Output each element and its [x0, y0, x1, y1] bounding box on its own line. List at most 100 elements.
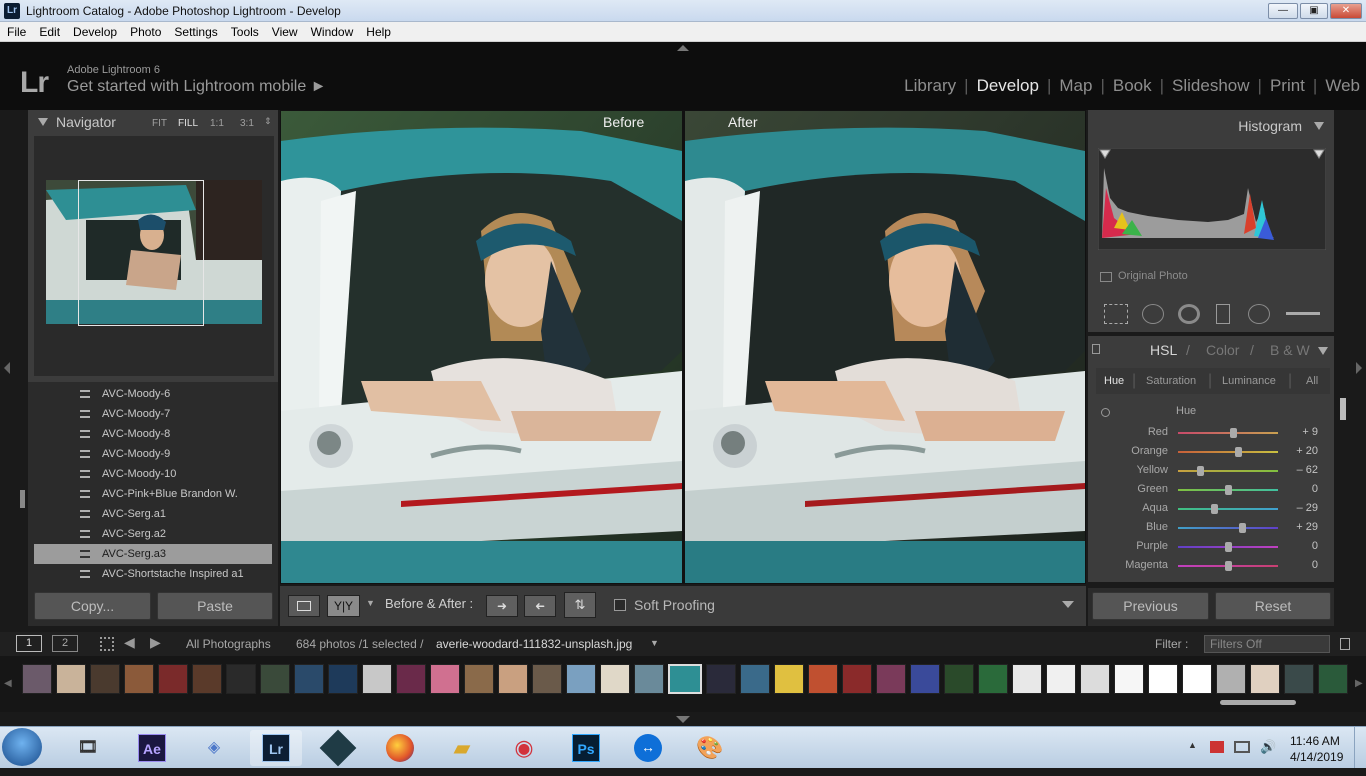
filmstrip-thumbnail[interactable] [910, 664, 940, 694]
hsl-slider-thumb[interactable] [1197, 466, 1204, 476]
filmstrip-thumbnail[interactable] [226, 664, 256, 694]
hsl-slider-yellow[interactable]: Yellow – 62 [1100, 462, 1332, 481]
filmstrip-thumbnail[interactable] [1216, 664, 1246, 694]
window-2-button[interactable]: 2 [52, 635, 78, 652]
paste-button[interactable]: Paste [157, 592, 273, 620]
hsl-slider-orange[interactable]: Orange + 20 [1100, 443, 1332, 462]
preset-item[interactable]: AVC-Moody-6 [60, 384, 272, 404]
loupe-view-button[interactable] [288, 595, 320, 617]
clock-time[interactable]: 11:46 AM [1290, 734, 1340, 748]
hsl-mode-hsl[interactable]: HSL [1150, 342, 1177, 358]
module-print[interactable]: Print [1270, 76, 1305, 95]
before-after-view-button[interactable]: Y|Y [327, 595, 360, 617]
hsl-slider-value[interactable]: – 62 [1278, 464, 1318, 476]
hsl-slider-blue[interactable]: Blue + 29 [1100, 519, 1332, 538]
crop-tool-icon[interactable] [1104, 304, 1128, 324]
lightroom-taskbar-icon[interactable]: Lr [250, 730, 302, 766]
menu-window[interactable]: Window [304, 22, 360, 39]
hsl-slider-thumb[interactable] [1235, 447, 1242, 457]
window-1-button[interactable]: 1 [16, 635, 42, 652]
collapse-bottom-icon[interactable] [676, 716, 690, 723]
filmstrip-left-icon[interactable]: ◀ [4, 678, 12, 689]
triangle-down-icon[interactable] [1318, 347, 1328, 355]
filmstrip-thumbnail[interactable] [978, 664, 1008, 694]
filmstrip-thumbnail[interactable] [1012, 664, 1042, 694]
filmstrip-thumbnail[interactable] [498, 664, 528, 694]
preset-item[interactable]: AVC-Moody-10 [60, 464, 272, 484]
before-image[interactable] [281, 111, 682, 583]
reset-button[interactable]: Reset [1215, 592, 1331, 620]
screen-recorder-icon[interactable]: ◉ [498, 730, 550, 766]
navigator-preview[interactable] [34, 136, 274, 376]
spot-removal-icon[interactable] [1142, 304, 1164, 324]
navigator-viewport-box[interactable] [78, 180, 204, 326]
maximize-button[interactable]: ▣ [1300, 3, 1328, 19]
swap-button[interactable]: ⇅ [564, 592, 596, 618]
filmstrip-scrollbar[interactable] [1220, 700, 1296, 705]
preset-item[interactable]: AVC-Moody-7 [60, 404, 272, 424]
preset-item-selected[interactable]: AVC-Serg.a3 [34, 544, 272, 564]
hsl-slider-value[interactable]: + 29 [1278, 521, 1318, 533]
filmora-icon[interactable] [312, 729, 364, 767]
filmstrip-thumbnail[interactable] [532, 664, 562, 694]
filmstrip-thumbnail[interactable] [260, 664, 290, 694]
tab-luminance[interactable]: Luminance [1222, 375, 1276, 387]
hsl-slider-track[interactable] [1178, 508, 1278, 510]
triangle-down-icon[interactable] [1314, 122, 1324, 130]
hsl-slider-value[interactable]: + 9 [1278, 426, 1318, 438]
filmstrip-thumbnail[interactable] [1046, 664, 1076, 694]
preset-item[interactable]: AVC-Moody-9 [60, 444, 272, 464]
menu-develop[interactable]: Develop [66, 22, 123, 39]
filmstrip-thumbnail[interactable] [634, 664, 664, 694]
module-library[interactable]: Library [904, 76, 956, 95]
right-scrollbar[interactable] [1340, 398, 1346, 420]
zoom-fill[interactable]: FILL [178, 118, 198, 129]
filmstrip-thumbnail[interactable] [944, 664, 974, 694]
original-photo-checkbox[interactable] [1100, 272, 1112, 282]
hsl-slider-purple[interactable]: Purple 0 [1100, 538, 1332, 557]
preset-item[interactable]: AVC-Moody-8 [60, 424, 272, 444]
zoom-3-1[interactable]: 3:1 [240, 118, 254, 129]
targeted-adjustment-icon[interactable] [1101, 408, 1110, 417]
preset-item[interactable]: AVC-Pink+Blue Brandon W. [60, 484, 272, 504]
tab-hue[interactable]: Hue [1104, 375, 1124, 387]
hsl-mode-bw[interactable]: B & W [1270, 342, 1310, 358]
soft-proofing-checkbox[interactable] [614, 599, 626, 611]
left-scrollbar[interactable] [20, 490, 25, 508]
filmstrip-thumbnail[interactable] [600, 664, 630, 694]
filmstrip-thumbnail[interactable] [740, 664, 770, 694]
zoom-1-1[interactable]: 1:1 [210, 118, 224, 129]
after-image[interactable] [685, 111, 1085, 583]
hsl-slider-track[interactable] [1178, 470, 1278, 472]
hsl-slider-aqua[interactable]: Aqua – 29 [1100, 500, 1332, 519]
filmstrip-thumbnail[interactable] [808, 664, 838, 694]
menu-settings[interactable]: Settings [167, 22, 223, 39]
red-eye-icon[interactable] [1178, 304, 1200, 324]
filter-select[interactable]: Filters Off [1204, 635, 1330, 653]
filmstrip-thumbnail[interactable] [668, 664, 702, 694]
hsl-slider-thumb[interactable] [1239, 523, 1246, 533]
filmstrip-thumbnail[interactable] [430, 664, 460, 694]
filmstrip-thumbnail[interactable] [158, 664, 188, 694]
hsl-slider-thumb[interactable] [1225, 542, 1232, 552]
close-button[interactable]: ✕ [1330, 3, 1362, 19]
lightroom-mobile-link[interactable]: Get started with Lightroom mobile ► [67, 78, 327, 96]
tray-expand-icon[interactable]: ▲ [1188, 740, 1197, 750]
panel-toggle-icon[interactable] [1092, 344, 1100, 354]
hsl-slider-track[interactable] [1178, 451, 1278, 453]
graduated-filter-icon[interactable] [1216, 304, 1230, 324]
tray-network-icon[interactable] [1234, 741, 1250, 753]
filmstrip-thumbnail[interactable] [192, 664, 222, 694]
filmstrip-thumbnail[interactable] [396, 664, 426, 694]
module-book[interactable]: Book [1113, 76, 1152, 95]
toolbar-menu-icon[interactable] [1062, 601, 1074, 608]
copy-after-to-before-button[interactable]: ➜ [524, 595, 556, 617]
clock-date[interactable]: 4/14/2019 [1290, 750, 1343, 764]
filmstrip-thumbnail[interactable] [1182, 664, 1212, 694]
hsl-mode-color[interactable]: Color [1206, 342, 1239, 358]
movie-maker-icon[interactable]: 🎞 [62, 730, 114, 766]
module-slideshow[interactable]: Slideshow [1172, 76, 1250, 95]
menu-view[interactable]: View [265, 22, 304, 39]
hsl-slider-thumb[interactable] [1230, 428, 1237, 438]
hsl-slider-value[interactable]: 0 [1278, 483, 1318, 495]
